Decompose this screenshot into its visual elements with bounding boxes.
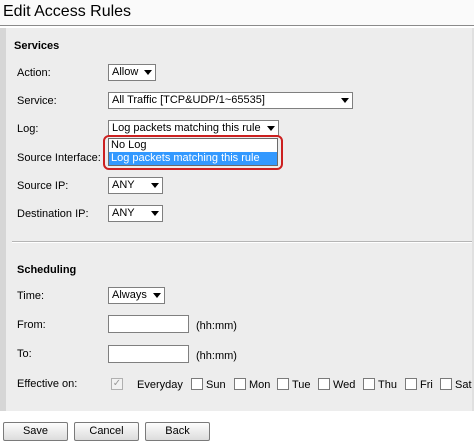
everyday-label: Everyday (137, 379, 183, 391)
save-button[interactable]: Save (3, 422, 68, 441)
effective-on-label: Effective on: (17, 378, 78, 390)
source-ip-select-value: ANY (112, 179, 135, 191)
source-interface-label: Source Interface: (17, 152, 101, 164)
fri-label: Fri (420, 379, 433, 391)
time-label: Time: (17, 290, 45, 302)
chevron-down-icon (341, 98, 349, 103)
sun-label: Sun (206, 379, 226, 391)
destination-ip-select-value: ANY (112, 207, 135, 219)
action-select[interactable]: Allow (108, 64, 156, 81)
section-divider (12, 241, 472, 243)
source-ip-label: Source IP: (17, 180, 69, 192)
log-dropdown-list: No Log Log packets matching this rule (108, 138, 278, 166)
services-heading: Services (14, 40, 60, 52)
button-bar (0, 417, 474, 444)
chevron-down-icon (151, 211, 159, 216)
chevron-down-icon (267, 126, 275, 131)
action-label: Action: (17, 67, 51, 79)
time-select[interactable]: Always (108, 287, 165, 304)
chevron-down-icon (153, 293, 161, 298)
time-select-value: Always (112, 289, 147, 301)
log-option-log-packets[interactable]: Log packets matching this rule (109, 152, 277, 165)
service-label: Service: (17, 95, 57, 107)
destination-ip-label: Destination IP: (17, 208, 89, 220)
page-title: Edit Access Rules (0, 0, 474, 26)
to-unit: (hh:mm) (196, 350, 237, 362)
mon-checkbox[interactable] (234, 378, 246, 390)
sat-checkbox[interactable] (440, 378, 452, 390)
fri-checkbox[interactable] (405, 378, 417, 390)
wed-checkbox[interactable] (318, 378, 330, 390)
chevron-down-icon (144, 70, 152, 75)
to-input[interactable] (108, 345, 189, 363)
cancel-button[interactable]: Cancel (74, 422, 139, 441)
log-select-value: Log packets matching this rule (112, 122, 261, 134)
log-label: Log: (17, 123, 39, 135)
thu-label: Thu (378, 379, 397, 391)
action-select-value: Allow (112, 66, 139, 78)
everyday-checkbox[interactable]: ✓ (111, 378, 123, 390)
log-select[interactable]: Log packets matching this rule (108, 120, 279, 137)
mon-label: Mon (249, 379, 271, 391)
log-option-no-log[interactable]: No Log (109, 139, 277, 152)
back-button[interactable]: Back (145, 422, 210, 441)
sat-label: Sat (455, 379, 472, 391)
service-select[interactable]: All Traffic [TCP&UDP/1~65535] (108, 92, 353, 109)
source-ip-select[interactable]: ANY (108, 177, 163, 194)
tue-checkbox[interactable] (277, 378, 289, 390)
wed-label: Wed (333, 379, 356, 391)
from-label: From: (17, 319, 46, 331)
from-input[interactable] (108, 315, 189, 333)
service-select-value: All Traffic [TCP&UDP/1~65535] (112, 94, 265, 106)
to-label: To: (17, 348, 32, 360)
scheduling-heading: Scheduling (17, 264, 77, 276)
destination-ip-select[interactable]: ANY (108, 205, 163, 222)
sun-checkbox[interactable] (191, 378, 203, 390)
chevron-down-icon (151, 183, 159, 188)
tue-label: Tue (292, 379, 311, 391)
from-unit: (hh:mm) (196, 320, 237, 332)
thu-checkbox[interactable] (363, 378, 375, 390)
